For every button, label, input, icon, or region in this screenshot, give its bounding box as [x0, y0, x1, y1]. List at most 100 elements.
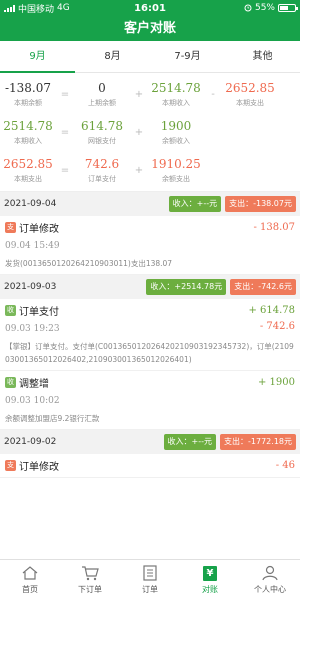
transaction-amount: - 46 — [275, 460, 295, 471]
transaction-note: 【掌银】订单支付。支付单(C00136501202642021090319234… — [5, 342, 294, 364]
summary-cell: 1910.25 余额支出 — [148, 156, 204, 184]
home-icon — [21, 564, 39, 582]
order-payment-value: 742.6 — [84, 157, 120, 171]
previous-balance-label: 上期余额 — [88, 99, 116, 107]
summary-cell: 2514.78 本期收入 — [148, 80, 204, 108]
transaction-amount: + 614.78 — [248, 305, 295, 316]
tab-home[interactable]: 首页 — [0, 560, 60, 599]
transaction-item[interactable]: 支 订单修改 - 138.07 09.04 15:49 发货(001365012… — [0, 216, 300, 275]
transaction-title: 调整增 — [19, 379, 49, 390]
summary-row-balance: -138.07 本期余额 = 0 上期余额 + 2514.78 本期收入 - 2652… — [0, 75, 300, 113]
online-payment-value: 614.78 — [81, 119, 123, 133]
day-expense-badge: 支出：-1772.18元 — [220, 434, 296, 450]
day-date: 2021-09-02 — [4, 437, 57, 447]
online-payment-label: 网银支付 — [88, 137, 116, 145]
day-expense-badge: 支出：-138.07元 — [225, 196, 296, 212]
tab-place-order[interactable]: 下订单 — [60, 560, 120, 599]
bottom-blank-area — [0, 599, 300, 649]
battery-icon — [278, 4, 298, 12]
user-icon — [261, 564, 279, 582]
expense-total-value: 2652.85 — [3, 157, 53, 171]
plus-sign: + — [134, 164, 144, 176]
day-header: 2021-09-02 收入：+--元 支出：-1772.18元 — [0, 430, 300, 454]
summary-cell: 742.6 订单支付 — [74, 156, 130, 184]
transaction-item[interactable]: 收 调整增 + 1900 09.03 10:02 余额调整加盟店9.2银行汇款 — [0, 371, 300, 430]
transaction-amount: + 1900 — [257, 377, 295, 388]
bottom-tab-bar: 首页 下订单 订单 ¥ 对账 个人中心 — [0, 559, 300, 599]
current-balance-value: -138.07 — [4, 81, 52, 95]
tab-profile-label: 个人中心 — [254, 585, 286, 594]
tab-reconciliation[interactable]: ¥ 对账 — [180, 560, 240, 599]
income-tag: 收 — [5, 377, 16, 388]
page-title: 客户对账 — [0, 16, 300, 41]
transaction-title: 订单修改 — [19, 224, 59, 235]
list-icon — [142, 564, 158, 582]
summary-cell: 2652.85 本期支出 — [222, 80, 278, 108]
plus-sign: + — [134, 88, 144, 100]
day-header: 2021-09-04 收入：+--元 支出：-138.07元 — [0, 192, 300, 216]
summary-cell: 614.78 网银支付 — [74, 118, 130, 146]
equals-sign: = — [60, 164, 70, 176]
previous-balance-value: 0 — [98, 81, 106, 95]
transaction-item[interactable]: 支 订单修改 - 46 — [0, 454, 300, 478]
day-date: 2021-09-03 — [4, 282, 57, 292]
tab-other[interactable]: 其他 — [225, 41, 300, 72]
period-tabs: 9月 8月 7-9月 其他 — [0, 41, 300, 73]
income-total-value: 2514.78 — [3, 119, 53, 133]
order-payment-label: 订单支付 — [88, 175, 116, 183]
transaction-amount-secondary: - 742.6 — [259, 320, 295, 332]
summary-cell: -138.07 本期余额 — [0, 80, 56, 108]
summary-cell: 0 上期余额 — [74, 80, 130, 108]
tab-orders-label: 订单 — [142, 585, 158, 594]
balance-summary: -138.07 本期余额 = 0 上期余额 + 2514.78 本期收入 - 2652… — [0, 73, 300, 192]
minus-sign: - — [211, 88, 215, 100]
tab-profile[interactable]: 个人中心 — [240, 560, 300, 599]
tab-reconciliation-label: 对账 — [202, 585, 218, 594]
transaction-time: 09.04 15:49 — [5, 241, 60, 251]
yen-icon: ¥ — [203, 565, 217, 581]
transaction-time: 09.03 19:23 — [5, 324, 60, 334]
day-income-badge: 收入：+--元 — [168, 196, 222, 212]
day-date: 2021-09-04 — [4, 199, 57, 209]
transaction-title: 订单支付 — [19, 307, 59, 318]
balance-income-label: 余额收入 — [162, 137, 190, 145]
period-income-value: 2514.78 — [151, 81, 201, 95]
transaction-item[interactable]: 收 订单支付 + 614.78 09.03 19:23 - 742.6 【掌银】… — [0, 299, 300, 371]
period-income-label: 本期收入 — [162, 99, 190, 107]
summary-row-expense: 2652.85 本期支出 = 742.6 订单支付 + 1910.25 余额支出 — [0, 151, 300, 189]
income-tag: 收 — [5, 305, 16, 316]
day-header: 2021-09-03 收入：+2514.78元 支出：-742.6元 — [0, 275, 300, 299]
tab-home-label: 首页 — [22, 585, 38, 594]
income-total-label: 本期收入 — [14, 137, 42, 145]
transaction-amount: - 138.07 — [253, 222, 295, 233]
balance-expense-label: 余额支出 — [162, 175, 190, 183]
tab-july-september[interactable]: 7-9月 — [150, 41, 225, 72]
current-balance-label: 本期余额 — [14, 99, 42, 107]
balance-income-value: 1900 — [160, 119, 192, 133]
equals-sign: = — [60, 126, 70, 138]
equals-sign: = — [60, 88, 70, 100]
tab-orders[interactable]: 订单 — [120, 560, 180, 599]
period-expense-value: 2652.85 — [225, 81, 275, 95]
cart-icon — [81, 564, 99, 582]
plus-sign: + — [134, 126, 144, 138]
expense-total-label: 本期支出 — [14, 175, 42, 183]
day-income-badge: 收入：+2514.78元 — [146, 279, 227, 295]
expense-tag: 支 — [5, 460, 16, 471]
period-expense-label: 本期支出 — [236, 99, 264, 107]
day-income-badge: 收入：+--元 — [163, 434, 217, 450]
expense-tag: 支 — [5, 222, 16, 233]
transaction-note: 发货(0013650120264210903011)支出138.07 — [5, 259, 173, 268]
status-bar: 中国移动 4G 16:01 55% — [0, 0, 300, 16]
transaction-title: 订单修改 — [19, 462, 59, 473]
tab-place-order-label: 下订单 — [78, 585, 102, 594]
summary-cell: 1900 余额收入 — [148, 118, 204, 146]
summary-cell: 2514.78 本期收入 — [0, 118, 56, 146]
clock: 16:01 — [134, 2, 166, 14]
tab-september[interactable]: 9月 — [0, 41, 75, 73]
summary-cell: 2652.85 本期支出 — [0, 156, 56, 184]
balance-expense-value: 1910.25 — [151, 157, 201, 171]
tab-august[interactable]: 8月 — [75, 41, 150, 72]
summary-row-income: 2514.78 本期收入 = 614.78 网银支付 + 1900 余额收入 — [0, 113, 300, 151]
transaction-time: 09.03 10:02 — [5, 396, 60, 406]
